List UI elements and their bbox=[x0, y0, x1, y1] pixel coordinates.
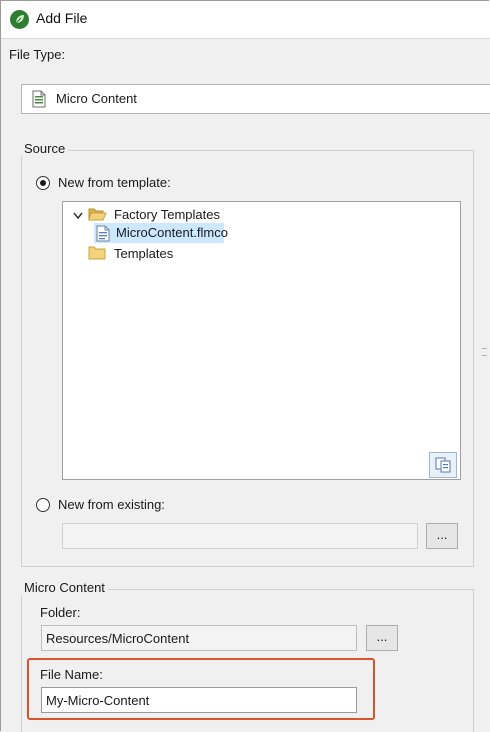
tree-item-microcontent-file: MicroContent.flmco bbox=[116, 225, 228, 240]
folder-label: Folder: bbox=[40, 605, 81, 620]
folder-input[interactable]: Resources/MicroContent bbox=[41, 625, 357, 651]
templates-folder-icon bbox=[435, 457, 451, 473]
file-name-input[interactable]: My-Micro-Content bbox=[41, 687, 357, 713]
flare-leaf-icon bbox=[10, 10, 29, 29]
template-file-icon bbox=[96, 225, 110, 242]
existing-file-input[interactable] bbox=[62, 523, 418, 549]
file-name-value: My-Micro-Content bbox=[46, 693, 150, 708]
new-from-existing-label[interactable]: New from existing: bbox=[58, 497, 165, 512]
new-from-template-label[interactable]: New from template: bbox=[58, 175, 171, 190]
template-tree[interactable]: Factory Templates MicroContent.flmco Tem… bbox=[62, 201, 461, 480]
splitter-grip[interactable] bbox=[482, 348, 487, 356]
open-folder-icon bbox=[88, 208, 107, 221]
manage-templates-button[interactable] bbox=[429, 452, 457, 478]
new-from-existing-radio[interactable] bbox=[36, 498, 50, 512]
file-type-value: Micro Content bbox=[56, 91, 137, 106]
window-title: Add File bbox=[36, 10, 88, 26]
tree-item-templates[interactable]: Templates bbox=[114, 246, 173, 261]
tree-item-factory-templates[interactable]: Factory Templates bbox=[114, 207, 220, 222]
folder-icon bbox=[88, 246, 106, 260]
chevron-down-icon[interactable] bbox=[73, 212, 83, 220]
folder-value: Resources/MicroContent bbox=[46, 631, 190, 646]
new-from-template-radio[interactable] bbox=[36, 176, 50, 190]
source-legend: Source bbox=[21, 141, 69, 156]
file-type-select[interactable]: Micro Content bbox=[21, 84, 490, 114]
browse-folder-button[interactable]: ... bbox=[366, 625, 398, 651]
file-name-label: File Name: bbox=[40, 667, 103, 682]
browse-existing-button[interactable]: ... bbox=[426, 523, 458, 549]
title-bar: Add File bbox=[0, 0, 490, 39]
micro-content-legend: Micro Content bbox=[21, 580, 108, 595]
tree-item-selected[interactable]: MicroContent.flmco bbox=[94, 223, 228, 243]
document-icon bbox=[32, 90, 46, 108]
file-type-label: File Type: bbox=[9, 47, 66, 62]
